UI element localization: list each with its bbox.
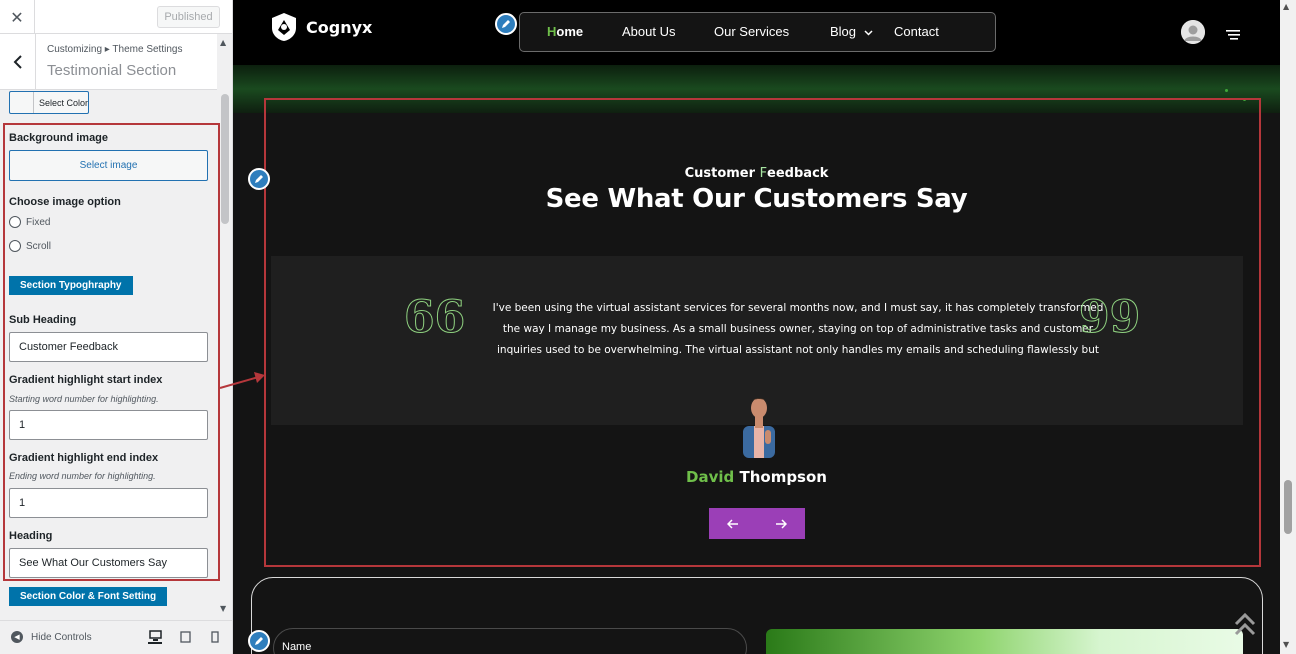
select-color-label: Select Color [38, 97, 89, 108]
sub-heading-label: Sub Heading [9, 314, 77, 326]
image-option-label: Choose image option [9, 196, 121, 208]
nav-blog[interactable]: Blog [830, 24, 873, 39]
section-typography-button[interactable]: Section Typoghraphy [9, 276, 133, 295]
close-customizer-button[interactable]: ✕ [0, 0, 35, 34]
gradient-end-description: Ending word number for highlighting. [9, 471, 156, 481]
tablet-preview-button[interactable] [178, 630, 192, 644]
close-icon: ✕ [10, 7, 24, 27]
site-header: Cognyx Home About Us Our Services Blog C… [233, 0, 1280, 65]
customizer-footer: ◀ Hide Controls [0, 620, 232, 654]
nav-services[interactable]: Our Services [714, 24, 789, 39]
name-label: Name [282, 641, 312, 653]
next-button[interactable] [757, 508, 805, 539]
breadcrumb: Customizing ▸ Theme Settings [47, 44, 183, 55]
scroll-up-icon[interactable]: ▲ [1283, 2, 1289, 11]
prev-button[interactable] [709, 508, 757, 539]
desktop-preview-button[interactable] [148, 630, 162, 644]
publish-button[interactable]: Published [157, 6, 220, 28]
select-image-button[interactable]: Select image [9, 150, 208, 181]
gradient-start-input[interactable]: 1 [9, 410, 208, 440]
annotation-arrow [219, 372, 265, 389]
section-header: Customizing ▸ Theme Settings Testimonial… [0, 34, 217, 90]
contact-green-panel [766, 629, 1243, 654]
person-photo-icon [743, 398, 775, 458]
open-quote-icon: 66 [403, 292, 466, 343]
back-button[interactable] [0, 34, 36, 90]
radio-fixed[interactable]: Fixed [9, 216, 50, 228]
testimonial-sub-heading: Customer Feedback [684, 166, 829, 181]
testimonial-author-name: David Thompson [686, 468, 827, 486]
sub-heading-input[interactable]: Customer Feedback [9, 332, 208, 362]
close-quote-icon: 99 [1078, 292, 1141, 343]
pencil-icon [255, 637, 263, 645]
menu-icon [1226, 30, 1240, 40]
scroll-to-top-button[interactable] [1233, 612, 1257, 644]
nav-home[interactable]: Home [547, 24, 583, 39]
site-logo[interactable]: Cognyx [270, 12, 372, 42]
preview-scroll-thumb[interactable] [1284, 480, 1292, 534]
desktop-icon [148, 630, 162, 641]
nav-contact[interactable]: Contact [894, 24, 939, 39]
chevron-down-icon [864, 30, 873, 36]
chevron-left-icon [13, 55, 22, 69]
hide-controls-label: Hide Controls [31, 631, 92, 643]
mobile-icon [211, 631, 219, 643]
logo-text: Cognyx [306, 17, 373, 37]
name-field[interactable] [273, 628, 747, 654]
nav-blog-label: Blog [830, 24, 857, 39]
gradient-end-label: Gradient highlight end index [9, 452, 159, 464]
sparkle-decoration [1225, 89, 1228, 92]
preview-scrollbar[interactable]: ▲ ▼ [1280, 0, 1296, 654]
select-color-button[interactable]: Select Color [9, 91, 89, 114]
gradient-start-description: Starting word number for highlighting. [9, 394, 159, 404]
menu-toggle[interactable] [1226, 26, 1240, 45]
radio-scroll-label: Scroll [26, 240, 52, 252]
background-image-label: Background image [9, 132, 109, 144]
section-color-font-button[interactable]: Section Color & Font Setting [9, 587, 168, 606]
edit-shortcut-nav[interactable] [495, 13, 517, 35]
radio-circle-icon [9, 216, 21, 228]
edit-shortcut-contact[interactable] [248, 630, 270, 652]
sidebar-scroll-thumb[interactable] [221, 94, 229, 224]
scroll-down-icon[interactable]: ▼ [1283, 640, 1289, 649]
arrow-right-icon [776, 518, 787, 529]
hide-controls-button[interactable]: ◀ Hide Controls [11, 631, 92, 643]
mobile-preview-button[interactable] [208, 630, 222, 644]
color-swatch [10, 92, 34, 113]
site-preview: Cognyx Home About Us Our Services Blog C… [233, 0, 1296, 654]
chevron-up-icon [1234, 612, 1256, 636]
pencil-icon [502, 20, 510, 28]
gradient-start-label: Gradient highlight start index [9, 374, 163, 386]
carousel-controls [709, 508, 805, 539]
radio-circle-icon [9, 240, 21, 252]
user-icon [1181, 20, 1205, 44]
testimonial-heading: See What Our Customers Say [545, 184, 968, 214]
section-title: Testimonial Section [47, 62, 177, 79]
scroll-up-icon[interactable]: ▲ [220, 38, 226, 47]
main-navigation: Home About Us Our Services Blog Contact [519, 12, 996, 52]
heading-label: Heading [9, 530, 53, 542]
collapse-icon: ◀ [11, 631, 23, 643]
testimonial-author-photo [733, 392, 785, 458]
radio-fixed-label: Fixed [26, 216, 51, 228]
heading-input[interactable]: See What Our Customers Say [9, 548, 208, 578]
user-avatar[interactable] [1181, 20, 1205, 44]
scroll-down-icon[interactable]: ▼ [220, 604, 226, 613]
nav-about[interactable]: About Us [622, 24, 675, 39]
arrow-left-icon [727, 518, 738, 529]
shield-logo-icon [272, 13, 296, 41]
customizer-top-bar: ✕ Published [0, 0, 232, 34]
radio-scroll[interactable]: Scroll [9, 240, 51, 252]
testimonial-quote: I've been using the virtual assistant se… [492, 302, 1104, 356]
customizer-sidebar: ✕ Published Customizing ▸ Theme Settings… [0, 0, 233, 654]
tablet-icon [179, 631, 191, 643]
gradient-end-input[interactable]: 1 [9, 488, 208, 518]
